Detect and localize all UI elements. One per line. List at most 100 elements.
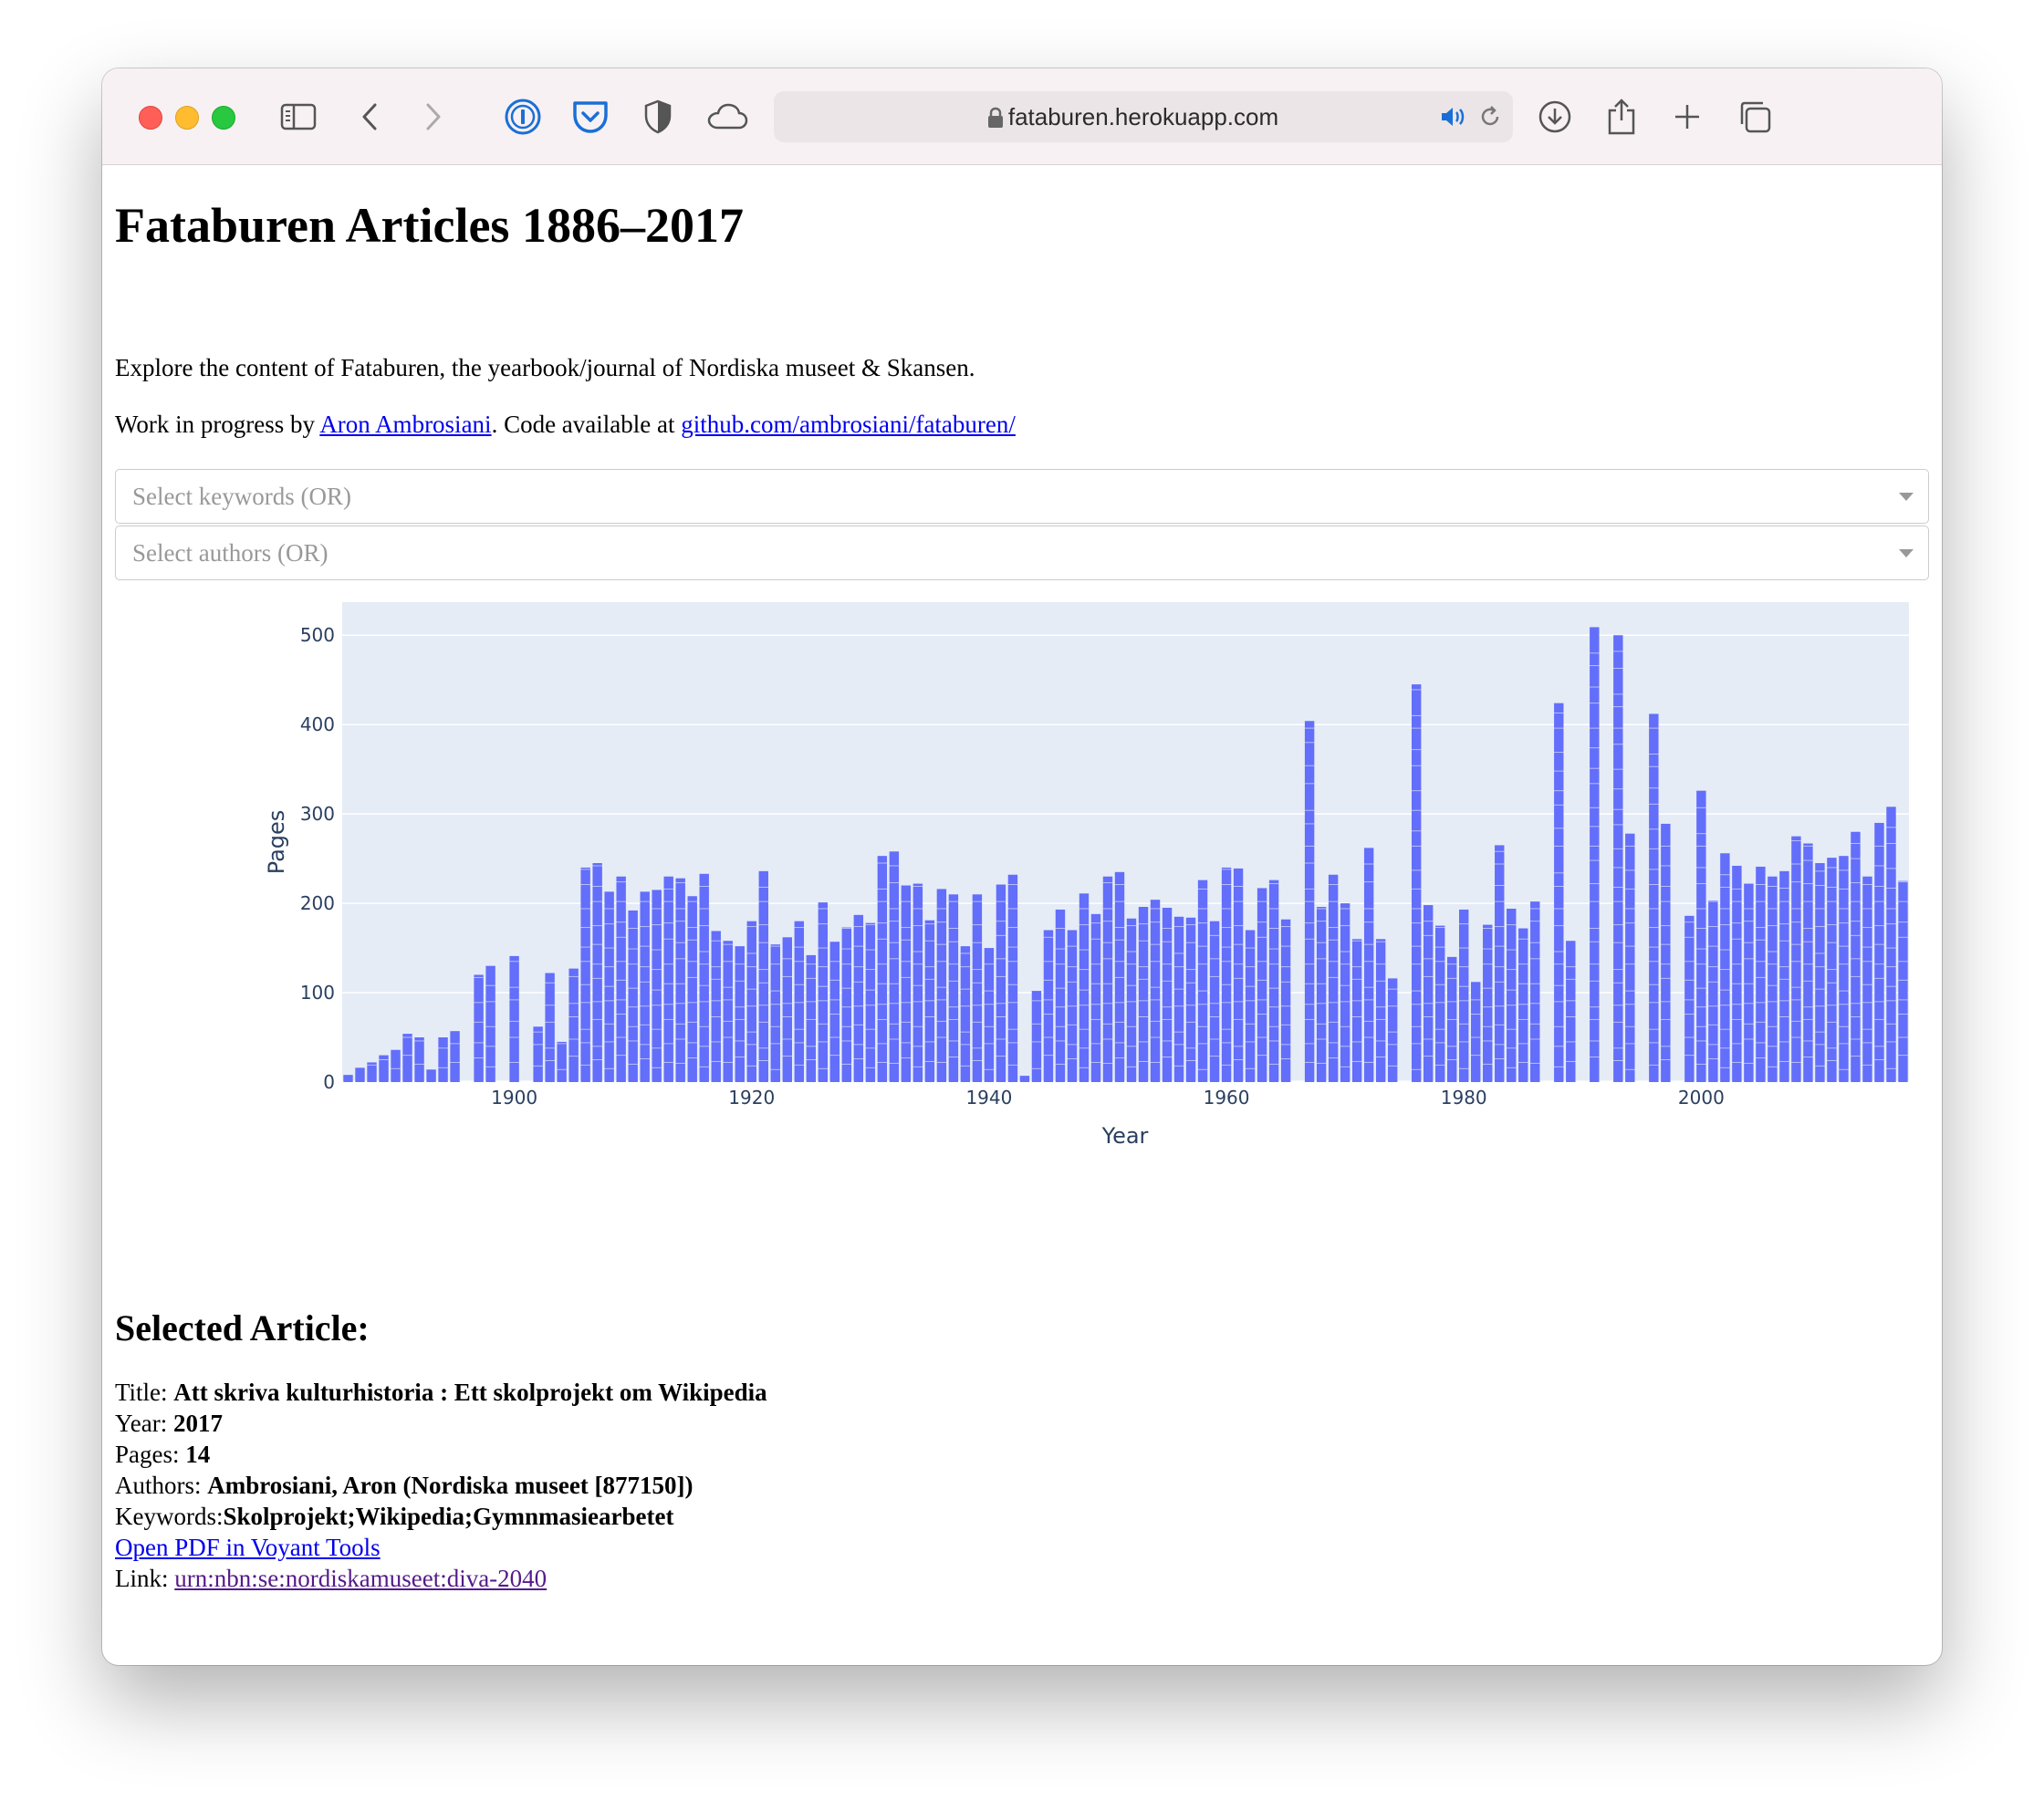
new-tab-icon[interactable] [1664, 94, 1710, 140]
year-bar[interactable] [450, 1031, 460, 1082]
year-bar[interactable] [1708, 900, 1718, 1082]
speaker-icon[interactable] [1440, 106, 1467, 132]
bar[interactable] [1363, 848, 1374, 1082]
author-link[interactable]: Aron Ambrosiani [319, 411, 491, 438]
year-bar[interactable] [1351, 939, 1362, 1082]
year-bar[interactable] [509, 955, 519, 1082]
year-bar[interactable] [1554, 703, 1564, 1082]
year-bar[interactable] [1447, 956, 1457, 1082]
bar[interactable] [1209, 921, 1220, 1082]
year-bar[interactable] [1316, 907, 1327, 1082]
year-bar[interactable] [1233, 868, 1244, 1082]
year-bar[interactable] [1387, 978, 1398, 1082]
year-bar[interactable] [984, 948, 995, 1082]
bar[interactable] [545, 973, 555, 1082]
bar[interactable] [1684, 915, 1695, 1082]
year-bar[interactable] [1185, 917, 1196, 1082]
year-bar[interactable] [1067, 930, 1078, 1082]
chevron-down-icon[interactable] [1899, 549, 1914, 557]
bar[interactable] [687, 896, 697, 1082]
bar[interactable] [829, 942, 840, 1082]
year-bar[interactable] [568, 968, 579, 1082]
year-bar[interactable] [1328, 874, 1339, 1082]
bar[interactable] [841, 927, 852, 1082]
bar[interactable] [1340, 903, 1350, 1082]
bar[interactable] [1507, 908, 1517, 1082]
bar[interactable] [889, 851, 900, 1082]
bar[interactable] [1257, 888, 1267, 1082]
bar[interactable] [557, 1041, 567, 1082]
bar[interactable] [1815, 863, 1825, 1082]
year-bar[interactable] [1411, 684, 1422, 1082]
year-bar[interactable] [794, 921, 804, 1082]
bar[interactable] [1055, 909, 1066, 1082]
year-bar[interactable] [1090, 913, 1101, 1082]
year-bar[interactable] [474, 974, 484, 1082]
bar[interactable] [1518, 928, 1528, 1082]
year-bar[interactable] [1162, 907, 1173, 1082]
bar[interactable] [1459, 909, 1469, 1082]
pages-per-year-chart[interactable]: 1900 1920 1940 1960 1980 2000 0 100 200 300 400 50… [115, 602, 1931, 1314]
bar[interactable] [1197, 880, 1208, 1082]
bar[interactable] [438, 1037, 448, 1082]
year-bar[interactable] [1257, 888, 1267, 1082]
year-bar[interactable] [924, 920, 935, 1082]
bar[interactable] [901, 885, 912, 1082]
bar[interactable] [450, 1031, 460, 1082]
bar[interactable] [1280, 919, 1291, 1082]
year-bar[interactable] [1304, 721, 1315, 1082]
bar[interactable] [853, 914, 864, 1082]
bar[interactable] [1019, 1076, 1030, 1082]
year-bar[interactable] [1839, 856, 1849, 1082]
bar[interactable] [1411, 684, 1422, 1082]
bar[interactable] [758, 870, 768, 1082]
bar[interactable] [568, 968, 579, 1082]
year-bar[interactable] [1340, 903, 1350, 1082]
year-bar[interactable] [355, 1067, 365, 1082]
year-bar[interactable] [699, 873, 709, 1082]
year-bar[interactable] [1031, 991, 1042, 1082]
year-bar[interactable] [391, 1049, 401, 1082]
minimize-window-button[interactable] [175, 106, 199, 130]
year-bar[interactable] [1375, 939, 1386, 1082]
year-bar[interactable] [853, 914, 864, 1082]
bar[interactable] [391, 1049, 401, 1082]
year-bar[interactable] [1079, 893, 1090, 1082]
year-bar[interactable] [1732, 865, 1742, 1082]
bar[interactable] [1696, 790, 1706, 1082]
bar[interactable] [509, 955, 519, 1082]
year-bar[interactable] [1221, 867, 1232, 1082]
bar[interactable] [1625, 833, 1635, 1082]
bar[interactable] [735, 946, 745, 1082]
year-bar[interactable] [829, 942, 840, 1082]
year-bar[interactable] [1874, 822, 1884, 1082]
year-bar[interactable] [1768, 876, 1778, 1082]
bar[interactable] [1483, 924, 1493, 1082]
bar[interactable] [663, 876, 673, 1082]
year-bar[interactable] [1434, 925, 1445, 1082]
bar[interactable] [616, 876, 626, 1082]
bar[interactable] [1898, 880, 1908, 1082]
year-bar[interactable] [1898, 880, 1908, 1082]
bar[interactable] [1316, 907, 1327, 1082]
bar[interactable] [1233, 868, 1244, 1082]
year-bar[interactable] [675, 878, 685, 1082]
voyant-link[interactable]: Open PDF in Voyant Tools [115, 1534, 381, 1561]
bar[interactable] [1375, 939, 1386, 1082]
year-bar[interactable] [485, 965, 495, 1082]
forward-icon[interactable] [411, 94, 456, 140]
bar[interactable] [936, 889, 947, 1082]
bar[interactable] [1851, 831, 1861, 1082]
bar[interactable] [485, 965, 495, 1082]
zoom-window-button[interactable] [212, 106, 235, 130]
bar[interactable] [1126, 918, 1137, 1082]
year-bar[interactable] [770, 944, 780, 1082]
year-bar[interactable] [841, 927, 852, 1082]
bar[interactable] [343, 1075, 353, 1082]
bar[interactable] [806, 954, 817, 1082]
bar[interactable] [1150, 900, 1161, 1082]
bar[interactable] [984, 948, 995, 1082]
bar[interactable] [1874, 822, 1884, 1082]
close-window-button[interactable] [139, 106, 162, 130]
bar[interactable] [1649, 713, 1659, 1082]
